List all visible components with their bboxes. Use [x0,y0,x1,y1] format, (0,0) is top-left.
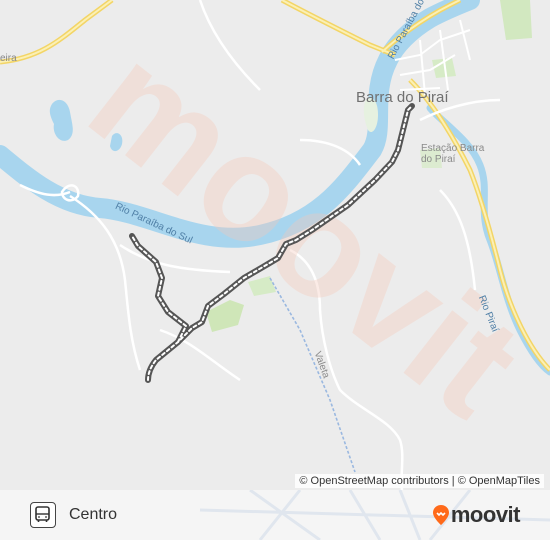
omt-attribution-link[interactable]: © OpenMapTiles [458,475,540,487]
map-graphics: moovit [0,0,550,490]
moovit-watermark: moovit [60,13,550,448]
bus-icon [30,502,56,528]
moovit-pin-icon [432,505,449,525]
osm-attribution-link[interactable]: © OpenStreetMap contributors [299,475,448,487]
attribution-separator: | [451,475,455,487]
route-name: Centro [69,506,118,523]
map-attribution: © OpenStreetMap contributors | © OpenMap… [295,474,544,488]
station-label-line2: do Piraí [421,154,456,165]
moovit-brand-text: moovit [450,502,521,527]
map-viewer: moovit eira Barra do Piraí Estação Barra… [0,0,550,540]
moovit-logo[interactable]: moovit [432,502,521,527]
edge-place-label: eira [0,53,17,64]
route-footer: Centro moovit [0,490,550,540]
park-area [500,0,532,40]
station-label-line1: Estação Barra [421,143,485,154]
station-label: Estação Barra do Piraí [421,143,484,165]
city-label: Barra do Piraí [356,89,449,106]
map-canvas[interactable]: moovit eira Barra do Piraí Estação Barra… [0,0,550,490]
